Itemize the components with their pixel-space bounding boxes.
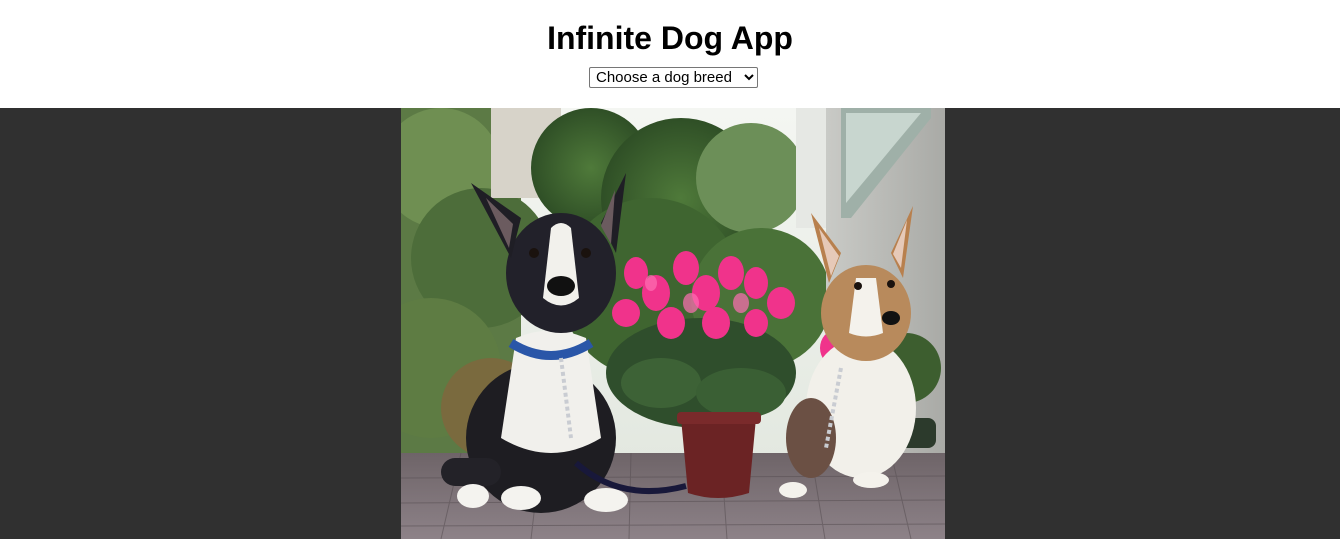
image-stage [0,108,1340,539]
dog-photo [401,108,945,539]
page-title: Infinite Dog App [547,20,793,56]
app-header: Infinite Dog App Choose a dog breed [0,0,1340,108]
breed-select[interactable]: Choose a dog breed [589,67,758,88]
